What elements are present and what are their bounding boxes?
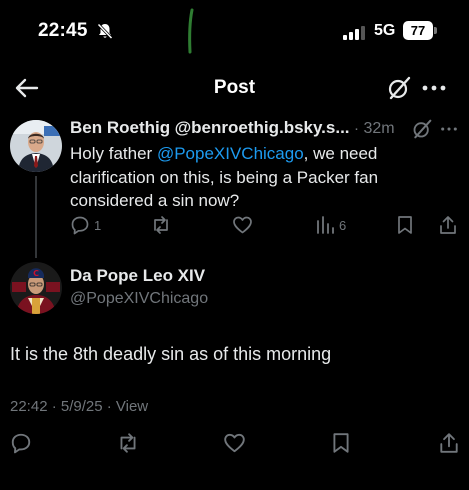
network-label: 5G [374, 22, 396, 39]
tweet-actions: 1 6 [70, 214, 462, 238]
avatar[interactable] [10, 120, 62, 172]
repost-button[interactable] [116, 432, 140, 454]
reply-icon [11, 433, 31, 454]
heart-icon [233, 216, 252, 234]
battery-level: 77 [410, 23, 426, 38]
status-bar: 22:45 5G 77 [0, 0, 469, 62]
views-icon [317, 216, 334, 234]
bookmark-icon [398, 216, 412, 234]
like-button[interactable] [223, 432, 246, 454]
reply-button[interactable]: 1 [70, 214, 101, 236]
battery-icon: 77 [403, 21, 437, 40]
nav-header: Post [0, 62, 469, 114]
tweet-text-start: Holy father [70, 144, 157, 163]
handle[interactable]: @PopeXIVChicago [70, 290, 208, 308]
reply-button[interactable] [10, 432, 32, 454]
more-icon[interactable] [422, 78, 446, 98]
signal-icon [343, 26, 365, 40]
focused-tweet: C Da Pope Leo XIV @PopeXIVChicago It is … [0, 256, 469, 490]
heart-icon [224, 433, 245, 453]
status-time: 22:45 [38, 20, 88, 41]
more-icon[interactable] [440, 122, 458, 136]
bookmark-button[interactable] [331, 432, 351, 454]
grok-icon[interactable] [412, 119, 432, 139]
parent-tweet[interactable]: Ben Roethig @benroethig.bsky.s... · 32m … [0, 114, 469, 254]
display-name[interactable]: Ben Roethig [70, 118, 170, 137]
share-icon [440, 433, 458, 453]
repost-icon [120, 433, 136, 453]
screen: 22:45 5G 77 Post Ben Roethig @benroethig… [0, 0, 469, 490]
display-name[interactable]: Da Pope Leo XIV [70, 266, 205, 286]
separator: · [353, 120, 359, 137]
reply-icon [71, 216, 89, 235]
tweet-header: Ben Roethig @benroethig.bsky.s... · 32m [70, 118, 460, 140]
share-button[interactable] [438, 214, 458, 236]
bell-slash-icon [97, 23, 113, 40]
share-icon [440, 216, 456, 234]
timestamp[interactable]: 32m [363, 120, 394, 137]
mention-link[interactable]: @PopeXIVChicago [157, 144, 304, 163]
grok-icon[interactable] [387, 76, 411, 100]
views-button[interactable]: 6 [315, 214, 346, 236]
avatar[interactable]: C [10, 262, 62, 314]
share-button[interactable] [438, 432, 460, 454]
tweet-actions [10, 432, 460, 456]
bookmark-button[interactable] [396, 214, 414, 236]
svg-text:C: C [33, 269, 39, 278]
handle[interactable]: @benroethig.bsky.s... [175, 118, 350, 137]
tweet-meta[interactable]: 22:42 · 5/9/25 · View [10, 398, 148, 415]
repost-icon [154, 216, 168, 234]
green-marker-stroke [188, 8, 194, 54]
view-count: 6 [339, 217, 347, 233]
repost-button[interactable] [150, 214, 176, 236]
tweet-text: It is the 8th deadly sin as of this morn… [10, 344, 332, 364]
like-button[interactable] [232, 214, 257, 236]
bookmark-icon [333, 433, 349, 453]
reply-count: 1 [94, 217, 102, 233]
tweet-text: Holy father @PopeXIVChicago, we need cla… [70, 142, 450, 213]
